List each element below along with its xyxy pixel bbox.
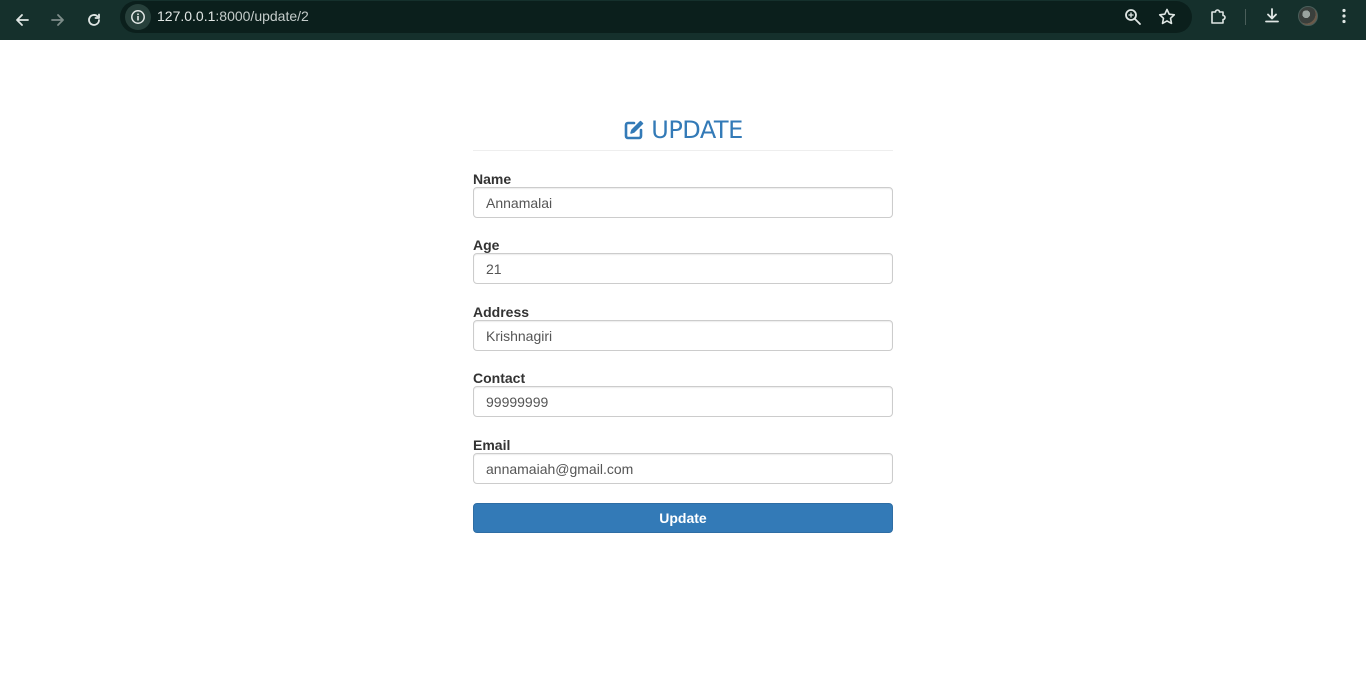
- browser-menu-button[interactable]: [1334, 6, 1354, 26]
- contact-input[interactable]: [473, 386, 893, 417]
- contact-field-group: Contact: [473, 370, 893, 417]
- email-label: Email: [473, 437, 511, 453]
- forward-icon: [51, 14, 64, 26]
- name-input[interactable]: [473, 187, 893, 218]
- contact-label: Contact: [473, 370, 526, 386]
- reload-icon: [88, 13, 100, 26]
- name-label: Name: [473, 171, 512, 187]
- forward-button[interactable]: [42, 4, 74, 36]
- url-path: :8000/update/2: [215, 8, 309, 24]
- zoom-button[interactable]: [1123, 7, 1143, 27]
- zoom-icon: [1125, 9, 1141, 25]
- menu-icon: [1342, 8, 1346, 24]
- profile-avatar[interactable]: [1298, 6, 1318, 26]
- email-field-group: Email: [473, 437, 893, 484]
- back-button[interactable]: [6, 4, 38, 36]
- reload-button[interactable]: [78, 4, 110, 36]
- toolbar-divider: [1245, 9, 1246, 25]
- downloads-button[interactable]: [1262, 6, 1282, 26]
- email-input[interactable]: [473, 453, 893, 484]
- edit-icon: [624, 120, 644, 140]
- update-button[interactable]: Update: [473, 503, 893, 533]
- url-host: 127.0.0.1: [157, 8, 216, 24]
- extensions-icon: [1211, 9, 1226, 24]
- browser-toolbar: 127.0.0.1:8000/update/2: [0, 0, 1366, 40]
- name-field-group: Name: [473, 171, 893, 218]
- address-label: Address: [473, 304, 530, 320]
- age-label: Age: [473, 237, 500, 253]
- bookmark-star-icon: [1158, 8, 1176, 25]
- age-field-group: Age: [473, 237, 893, 284]
- address-field-group: Address: [473, 304, 893, 351]
- url-text[interactable]: 127.0.0.1:8000/update/2: [157, 8, 309, 24]
- back-icon: [16, 14, 29, 26]
- site-info-icon: [131, 10, 145, 24]
- age-input[interactable]: [473, 253, 893, 284]
- extensions-button[interactable]: [1208, 6, 1228, 26]
- address-input[interactable]: [473, 320, 893, 351]
- update-form: UPDATE Name Age Address Contact Email Up…: [473, 110, 893, 533]
- form-header: UPDATE: [473, 110, 893, 151]
- bookmark-button[interactable]: [1157, 7, 1177, 27]
- download-icon: [1265, 8, 1279, 23]
- page-title: UPDATE: [651, 116, 743, 144]
- address-bar[interactable]: 127.0.0.1:8000/update/2: [120, 1, 1192, 33]
- site-info-button[interactable]: [125, 4, 151, 30]
